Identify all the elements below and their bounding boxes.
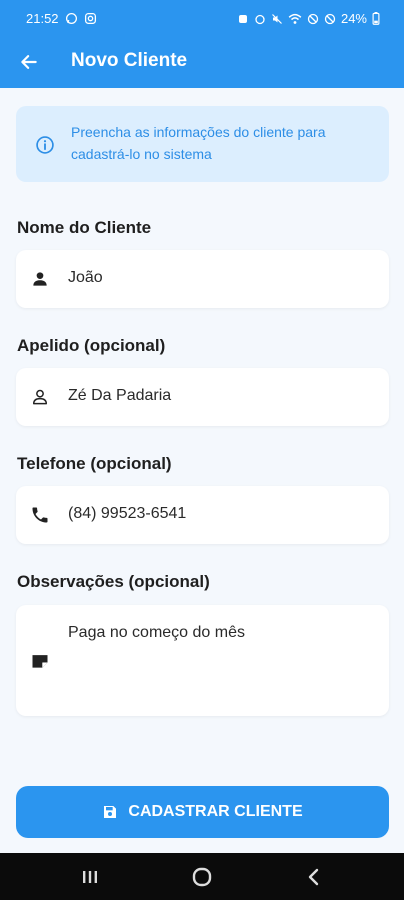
status-bar-right: 24% xyxy=(237,11,380,26)
alarm-icon xyxy=(255,14,265,24)
phone-value: (84) 99523-6541 xyxy=(68,505,187,522)
info-icon xyxy=(36,136,54,154)
phone-field[interactable]: (84) 99523-6541 xyxy=(16,486,389,544)
dnd-icon xyxy=(307,13,319,24)
submit-button[interactable]: CADASTRAR CLIENTE xyxy=(16,786,389,838)
system-nav-bar xyxy=(0,853,404,900)
name-value: João xyxy=(68,269,103,286)
status-time: 21:52 xyxy=(26,11,59,26)
instagram-icon xyxy=(84,12,96,25)
notes-value: Paga no começo do mês xyxy=(68,624,245,641)
nickname-field[interactable]: Zé Da Padaria xyxy=(16,368,389,426)
notification-icon xyxy=(238,14,247,23)
battery-percentage: 24% xyxy=(340,11,367,26)
phone-icon xyxy=(32,507,48,523)
wifi-icon xyxy=(288,13,302,24)
phone-label: Telefone (opcional) xyxy=(17,454,172,473)
whatsapp-icon xyxy=(65,12,77,25)
info-text: Preencha as informações do cliente para … xyxy=(71,124,326,162)
note-icon xyxy=(32,655,48,668)
info-banner: Preencha as informações do cliente para … xyxy=(16,106,389,182)
back-button[interactable] xyxy=(14,47,44,77)
battery-icon xyxy=(372,12,380,25)
nav-back-icon[interactable] xyxy=(302,865,326,889)
save-icon xyxy=(104,806,117,818)
name-label: Nome do Cliente xyxy=(17,218,152,237)
nickname-label: Apelido (opcional) xyxy=(17,336,166,355)
status-bar-left: 21:52 xyxy=(26,11,97,26)
recents-icon[interactable] xyxy=(78,865,102,889)
mute-icon xyxy=(272,13,282,24)
submit-label: CADASTRAR CLIENTE xyxy=(128,803,303,820)
person-outline-icon xyxy=(33,389,47,405)
notes-label: Observações (opcional) xyxy=(17,572,210,591)
page-title: Novo Cliente xyxy=(71,50,188,71)
name-field[interactable]: João xyxy=(16,250,389,308)
app-bar: Novo Cliente xyxy=(0,38,404,88)
notes-field[interactable]: Paga no começo do mês xyxy=(16,605,389,716)
arrow-left-icon xyxy=(21,55,37,69)
nickname-value: Zé Da Padaria xyxy=(68,387,172,404)
status-bar: 21:52 24% xyxy=(0,0,404,38)
home-icon[interactable] xyxy=(190,865,214,889)
no-signal-icon xyxy=(324,13,336,24)
person-filled-icon xyxy=(33,272,47,286)
